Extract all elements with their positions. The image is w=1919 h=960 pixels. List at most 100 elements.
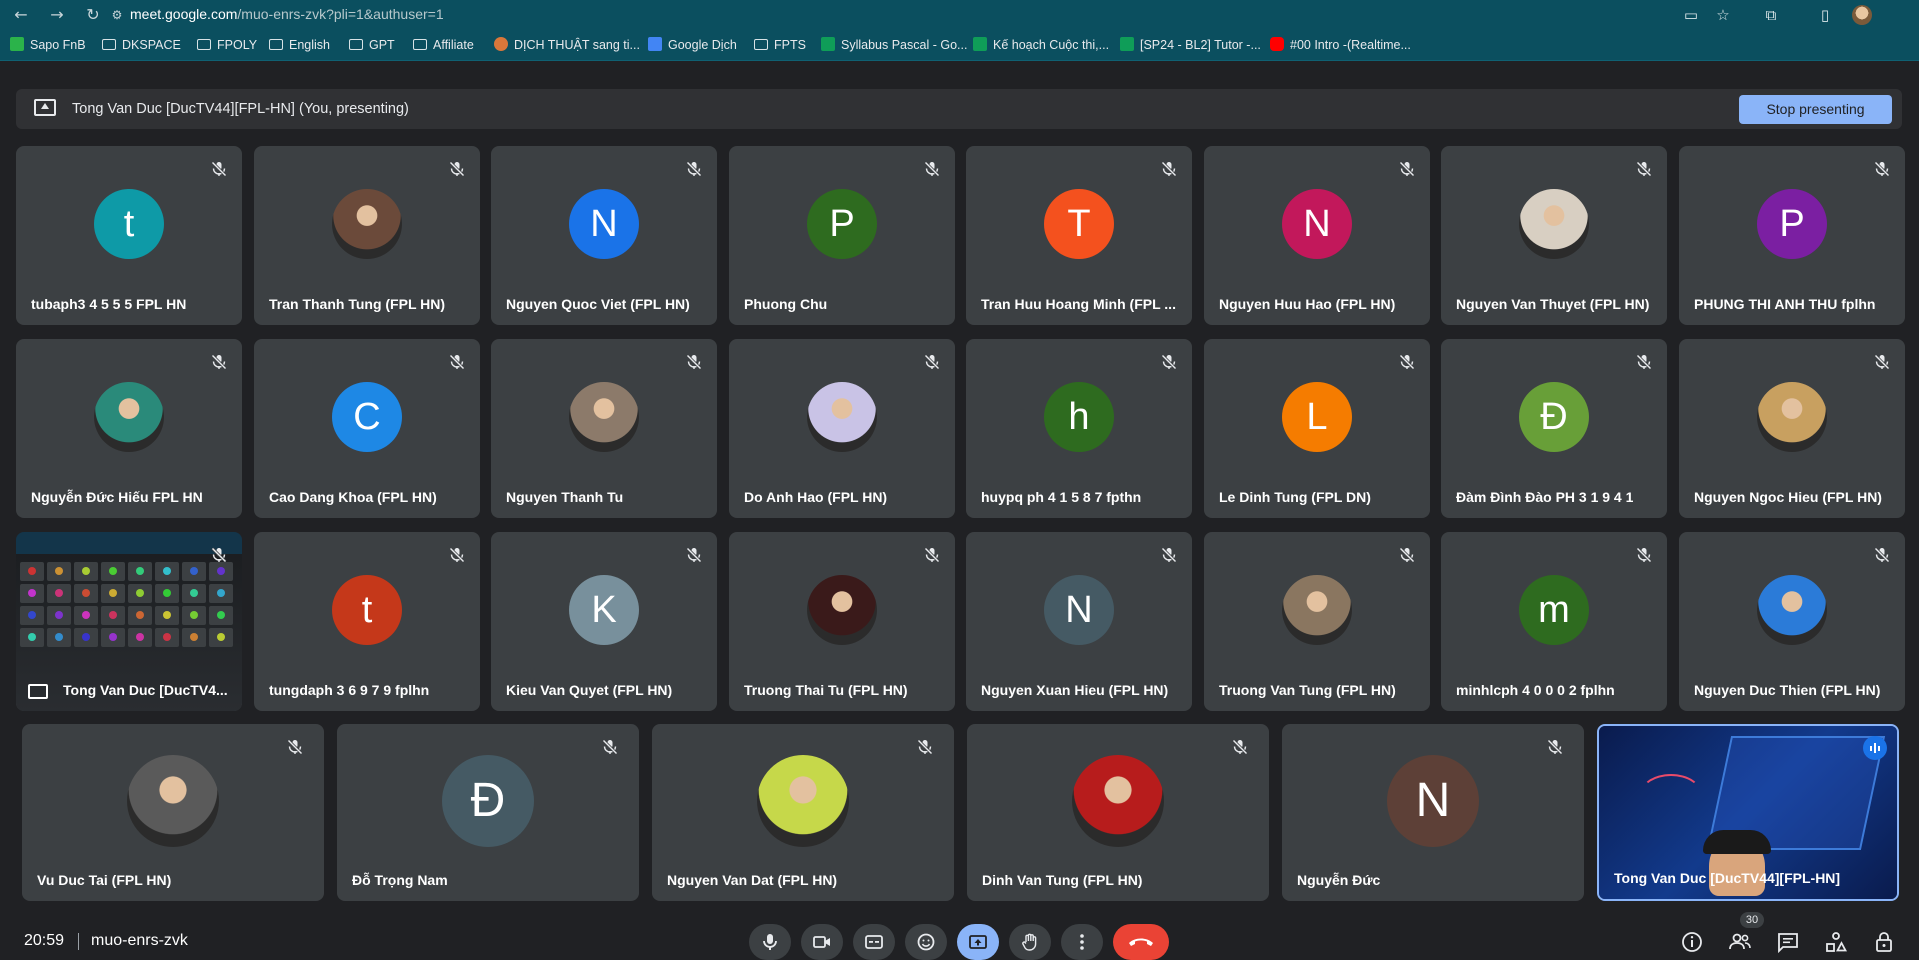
leave-call-button[interactable] <box>1113 924 1169 960</box>
participant-tile[interactable]: t tungdaph 3 6 9 7 9 fplhn <box>254 532 480 711</box>
avatar-photo <box>1519 188 1589 259</box>
participant-tile[interactable]: Nguyen Van Dat (FPL HN) <box>652 724 954 901</box>
participant-tile[interactable]: Do Anh Hao (FPL HN) <box>729 339 955 518</box>
participant-tile[interactable]: Dinh Van Tung (FPL HN) <box>967 724 1269 901</box>
stop-presenting-button[interactable]: Stop presenting <box>1739 95 1892 124</box>
bookmark-item[interactable]: FPOLY <box>197 30 257 60</box>
bookmark-item[interactable]: #00 Intro -(Realtime... <box>1270 30 1411 60</box>
reactions-button[interactable] <box>905 924 947 960</box>
avatar: P <box>807 188 877 259</box>
participant-tile[interactable]: m minhlcph 4 0 0 0 2 fplhn <box>1441 532 1667 711</box>
avatar: T <box>1044 188 1114 259</box>
more-vert-icon <box>1080 934 1084 950</box>
mic-off-icon <box>1398 353 1416 371</box>
participant-tile[interactable]: Đ Đỗ Trọng Nam <box>337 724 639 901</box>
participant-tile[interactable]: C Cao Dang Khoa (FPL HN) <box>254 339 480 518</box>
avatar-photo <box>332 188 402 259</box>
bookmark-item[interactable]: Syllabus Pascal - Go... <box>821 30 967 60</box>
participant-tile[interactable]: N Nguyen Quoc Viet (FPL HN) <box>491 146 717 325</box>
mic-off-icon <box>1398 160 1416 178</box>
bookmark-item[interactable]: FPTS <box>754 30 806 60</box>
participant-tile[interactable]: Nguyen Duc Thien (FPL HN) <box>1679 532 1905 711</box>
folder-icon <box>269 39 283 50</box>
bookmark-item[interactable]: Affiliate <box>413 30 474 60</box>
participant-tile[interactable]: P PHUNG THI ANH THU fplhn <box>1679 146 1905 325</box>
participant-tile[interactable]: Truong Van Tung (FPL HN) <box>1204 532 1430 711</box>
participant-name: Cao Dang Khoa (FPL HN) <box>269 489 437 505</box>
participant-tile[interactable]: N Nguyen Huu Hao (FPL HN) <box>1204 146 1430 325</box>
forward-icon[interactable]: → <box>46 4 68 26</box>
more-options-button[interactable] <box>1061 924 1103 960</box>
avatar-photo <box>1757 381 1827 452</box>
bookmark-label: FPOLY <box>217 38 258 52</box>
reload-icon[interactable]: ↻ <box>82 4 104 26</box>
bookmark-item[interactable]: Google Dịch <box>648 30 737 60</box>
mic-off-icon <box>448 546 466 564</box>
bookmark-label: DỊCH THUẬT sang ti... <box>514 38 640 52</box>
participant-tile[interactable]: Nguyen Thanh Tu <box>491 339 717 518</box>
meeting-details-icon[interactable] <box>1680 930 1704 954</box>
participant-name: Kieu Van Quyet (FPL HN) <box>506 682 673 698</box>
participant-tile[interactable]: Nguyễn Đức Hiếu FPL HN <box>16 339 242 518</box>
activities-icon[interactable] <box>1824 930 1848 954</box>
captions-button[interactable] <box>853 924 895 960</box>
participant-tile[interactable]: Tong Van Duc [DucTV4... <box>16 532 242 711</box>
camera-blocked-icon[interactable]: ▭ <box>1680 4 1702 26</box>
avatar-photo <box>1072 754 1164 847</box>
participant-tile[interactable]: L Le Dinh Tung (FPL DN) <box>1204 339 1430 518</box>
participant-tile[interactable]: Nguyen Ngoc Hieu (FPL HN) <box>1679 339 1905 518</box>
participant-tile[interactable]: K Kieu Van Quyet (FPL HN) <box>491 532 717 711</box>
participant-tile[interactable]: Đ Đàm Đình Đào PH 3 1 9 4 1 <box>1441 339 1667 518</box>
address-bar[interactable]: meet.google.com/muo-enrs-zvk?pli=1&authu… <box>130 0 444 30</box>
avatar: Đ <box>1519 381 1589 452</box>
google-sheets-icon <box>821 37 835 51</box>
participant-tile[interactable]: N Nguyen Xuan Hieu (FPL HN) <box>966 532 1192 711</box>
bookmark-item[interactable]: English <box>269 30 330 60</box>
mic-off-icon <box>210 160 228 178</box>
people-icon[interactable] <box>1728 930 1752 954</box>
present-screen-icon <box>28 684 48 699</box>
bookmark-item[interactable]: DKSPACE <box>102 30 181 60</box>
back-icon[interactable]: ← <box>10 4 32 26</box>
bookmark-item[interactable]: Kế hoạch Cuộc thi,... <box>973 30 1109 60</box>
participant-name: Le Dinh Tung (FPL DN) <box>1219 489 1371 505</box>
mic-off-icon <box>1635 160 1653 178</box>
avatar: m <box>1519 574 1589 645</box>
participant-tile[interactable]: N Nguyễn Đức <box>1282 724 1584 901</box>
participant-name: minhlcph 4 0 0 0 2 fplhn <box>1456 682 1615 698</box>
raise-hand-button[interactable] <box>1009 924 1051 960</box>
bookmark-star-icon[interactable]: ☆ <box>1712 4 1734 26</box>
avatar: t <box>94 188 164 259</box>
site-info-icon[interactable]: ⚙ <box>106 4 128 26</box>
bookmark-item[interactable]: [SP24 - BL2] Tutor -... <box>1120 30 1261 60</box>
participant-tile[interactable]: Vu Duc Tai (FPL HN) <box>22 724 324 901</box>
participant-tile[interactable]: h huypq ph 4 1 5 8 7 fpthn <box>966 339 1192 518</box>
google-sheets-icon <box>1120 37 1134 51</box>
bookmark-item[interactable]: Sapo FnB <box>10 30 86 60</box>
participant-tile[interactable]: Truong Thai Tu (FPL HN) <box>729 532 955 711</box>
present-now-button[interactable] <box>957 924 999 960</box>
host-controls-icon[interactable] <box>1872 930 1896 954</box>
participant-tile[interactable]: P Phuong Chu <box>729 146 955 325</box>
avatar-photo <box>94 381 164 452</box>
bookmark-label: Google Dịch <box>668 38 737 52</box>
bookmark-item[interactable]: DỊCH THUẬT sang ti... <box>494 30 640 60</box>
participant-tile[interactable]: Tong Van Duc [DucTV44][FPL-HN] <box>1597 724 1899 901</box>
participant-tile[interactable]: T Tran Huu Hoang Minh (FPL ... <box>966 146 1192 325</box>
participant-tile[interactable]: Tran Thanh Tung (FPL HN) <box>254 146 480 325</box>
camera-button[interactable] <box>801 924 843 960</box>
profile-avatar[interactable] <box>1852 5 1872 25</box>
bookmark-item[interactable]: GPT <box>349 30 395 60</box>
mic-off-icon <box>685 160 703 178</box>
participant-name: Tran Thanh Tung (FPL HN) <box>269 296 446 312</box>
youtube-icon <box>1270 37 1284 51</box>
extensions-icon[interactable]: ⧉ <box>1760 4 1782 26</box>
participant-name: Nguyen Xuan Hieu (FPL HN) <box>981 682 1169 698</box>
side-panel-icon[interactable]: ▯ <box>1814 4 1836 26</box>
avatar: P <box>1757 188 1827 259</box>
microphone-button[interactable] <box>749 924 791 960</box>
bookmark-label: DKSPACE <box>122 38 181 52</box>
participant-tile[interactable]: Nguyen Van Thuyet (FPL HN) <box>1441 146 1667 325</box>
chat-icon[interactable] <box>1776 930 1800 954</box>
participant-tile[interactable]: t tubaph3 4 5 5 5 FPL HN <box>16 146 242 325</box>
